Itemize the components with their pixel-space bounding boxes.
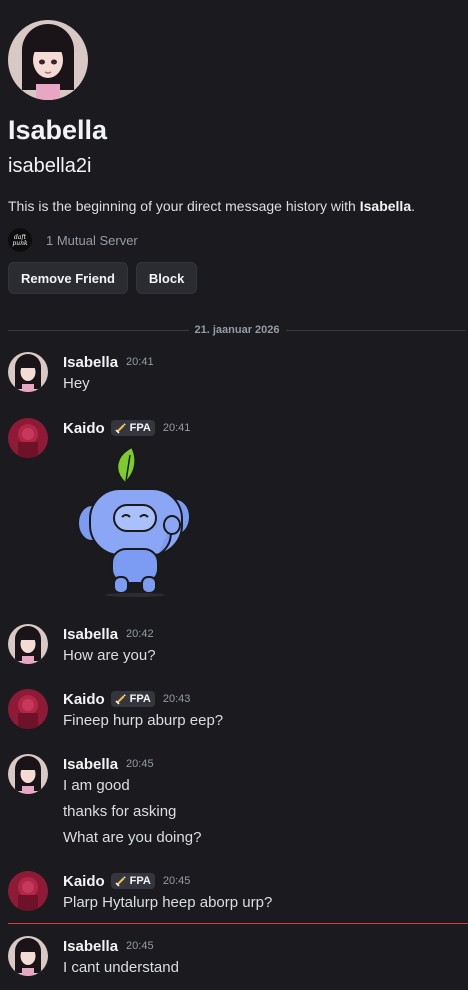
intro-suffix: . (411, 198, 415, 214)
sword-icon (115, 694, 126, 705)
message-body: Isabella 20:45 I am good thanks for aski… (63, 754, 453, 849)
sword-icon (115, 876, 126, 887)
message-text: Plarp Hytalurp heep aborp urp? (63, 894, 273, 911)
avatar[interactable] (8, 418, 48, 458)
avatar[interactable] (8, 871, 48, 911)
timestamp: 20:45 (126, 758, 154, 770)
avatar[interactable] (8, 624, 48, 664)
message-header: Isabella 20:45 (63, 936, 453, 956)
svg-text:punk: punk (12, 240, 28, 247)
timestamp: 20:45 (126, 940, 154, 952)
message-body: Kaido FPA 20:43 Fineep hurp aburp eep? (63, 689, 453, 732)
message-body: Isabella 20:41 Hey (63, 352, 453, 395)
intro-name: Isabella (359, 198, 412, 214)
timestamp: 20:41 (162, 422, 191, 434)
avatar[interactable] (8, 352, 48, 392)
sword-icon (115, 423, 126, 434)
message-text: Hey (63, 375, 90, 392)
message-text: How are you? (63, 647, 156, 664)
message-header: Kaido FPA 20:41 (63, 418, 453, 438)
clan-tag[interactable]: FPA (110, 420, 155, 436)
message-header: Isabella 20:45 (63, 754, 453, 774)
clan-tag[interactable]: FPA (110, 873, 155, 889)
message-body: Isabella 20:42 How are you? (63, 624, 453, 667)
mutual-servers-label: 1 Mutual Server (46, 232, 138, 248)
message-header: Isabella 20:41 (63, 352, 453, 372)
dm-profile-header: Isabella isabella2i This is the beginnin… (8, 20, 460, 294)
message-header: Kaido FPA 20:45 (63, 871, 453, 891)
dm-intro-text: This is the beginning of your direct mes… (8, 196, 460, 216)
server-icon: daft punk (8, 228, 32, 252)
message-body: Kaido FPA 20:41 (63, 418, 453, 438)
profile-username: isabella2i (8, 155, 92, 177)
timestamp: 20:41 (126, 356, 154, 368)
date-label: 21. jaanuar 2026 (194, 324, 280, 336)
avatar[interactable] (8, 689, 48, 729)
clan-tag-label: FPA (129, 693, 151, 705)
timestamp: 20:42 (126, 628, 154, 640)
block-button[interactable]: Block (135, 262, 198, 294)
author-name[interactable]: Isabella (63, 626, 118, 643)
author-name[interactable]: Isabella (63, 354, 118, 371)
message-text: I am good (63, 777, 130, 794)
message-body: Isabella 20:45 I cant understand (63, 936, 453, 979)
author-name[interactable]: Kaido (63, 691, 105, 708)
message-body: Kaido FPA 20:45 Plarp Hytalurp heep abor… (63, 871, 453, 914)
clan-tag-label: FPA (129, 875, 151, 887)
clan-tag[interactable]: FPA (110, 691, 155, 707)
author-name[interactable]: Kaido (63, 873, 105, 890)
author-name[interactable]: Isabella (63, 938, 118, 955)
profile-actions: Remove Friend Block (8, 262, 460, 294)
timestamp: 20:43 (162, 693, 191, 705)
new-messages-divider (8, 923, 468, 924)
date-divider: 21. jaanuar 2026 (8, 322, 467, 338)
avatar[interactable] (8, 754, 48, 794)
author-name[interactable]: Isabella (63, 756, 118, 773)
divider-line (8, 329, 189, 331)
divider-line (285, 329, 467, 331)
wumpus-waving-sticker[interactable] (70, 445, 200, 597)
profile-display-name: Isabella (8, 115, 108, 145)
remove-friend-button[interactable]: Remove Friend (8, 262, 128, 294)
timestamp: 20:45 (162, 875, 191, 887)
message-text: Fineep hurp aburp eep? (63, 712, 224, 729)
message-header: Isabella 20:42 (63, 624, 453, 644)
avatar[interactable] (8, 936, 48, 976)
clan-tag-label: FPA (129, 422, 151, 434)
message-text: What are you doing? (63, 829, 202, 846)
mutual-servers[interactable]: daft punk 1 Mutual Server (8, 228, 460, 252)
intro-prefix: This is the beginning of your direct mes… (8, 198, 360, 214)
message-text: I cant understand (63, 959, 179, 976)
message-header: Kaido FPA 20:43 (63, 689, 453, 709)
message-text: thanks for asking (63, 803, 177, 820)
author-name[interactable]: Kaido (63, 420, 105, 437)
profile-avatar[interactable] (8, 20, 88, 100)
